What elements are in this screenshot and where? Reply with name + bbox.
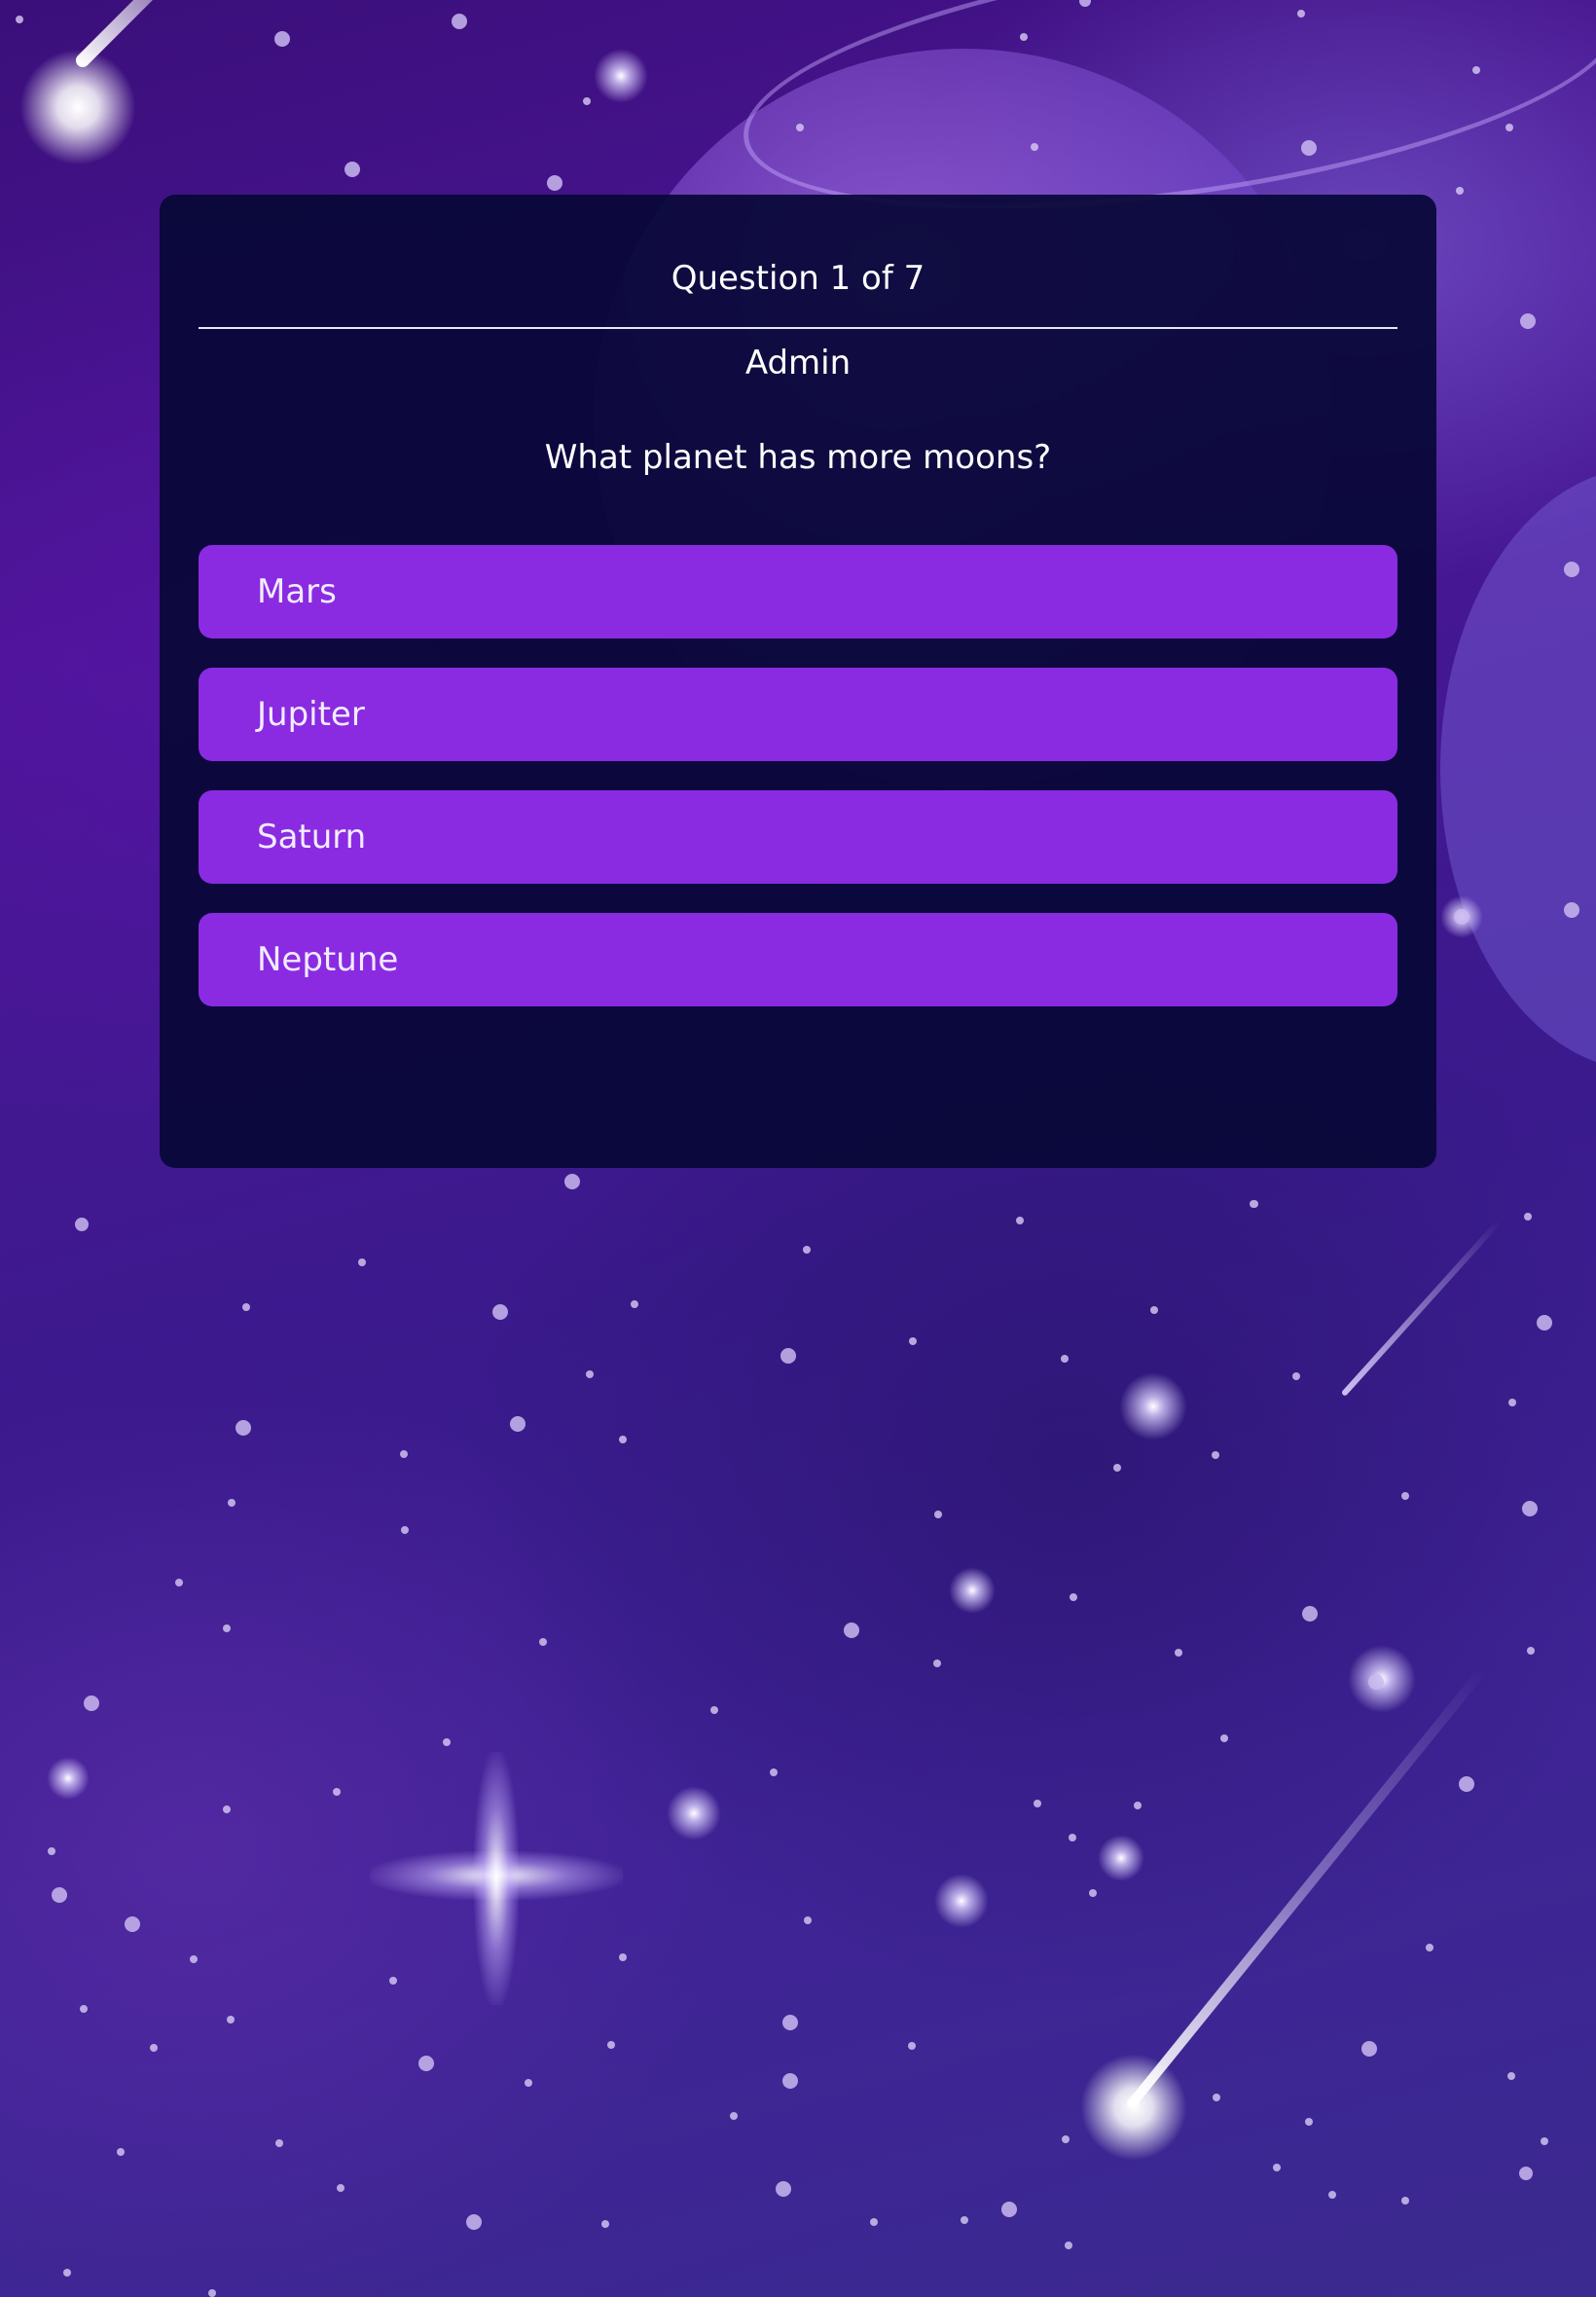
- quiz-card-header: Question 1 of 7: [199, 249, 1397, 327]
- answer-option-mars[interactable]: Mars: [199, 545, 1397, 638]
- quiz-card: Question 1 of 7 Admin What planet has mo…: [160, 195, 1436, 1168]
- question-counter: Question 1 of 7: [671, 259, 925, 298]
- question-text: What planet has more moons?: [544, 438, 1052, 477]
- quiz-author: Admin: [744, 344, 852, 383]
- answer-list: Mars Jupiter Saturn Neptune: [199, 545, 1397, 1036]
- answer-option-jupiter[interactable]: Jupiter: [199, 668, 1397, 761]
- answer-option-neptune[interactable]: Neptune: [199, 913, 1397, 1006]
- header-divider: [199, 327, 1397, 329]
- answer-option-saturn[interactable]: Saturn: [199, 790, 1397, 884]
